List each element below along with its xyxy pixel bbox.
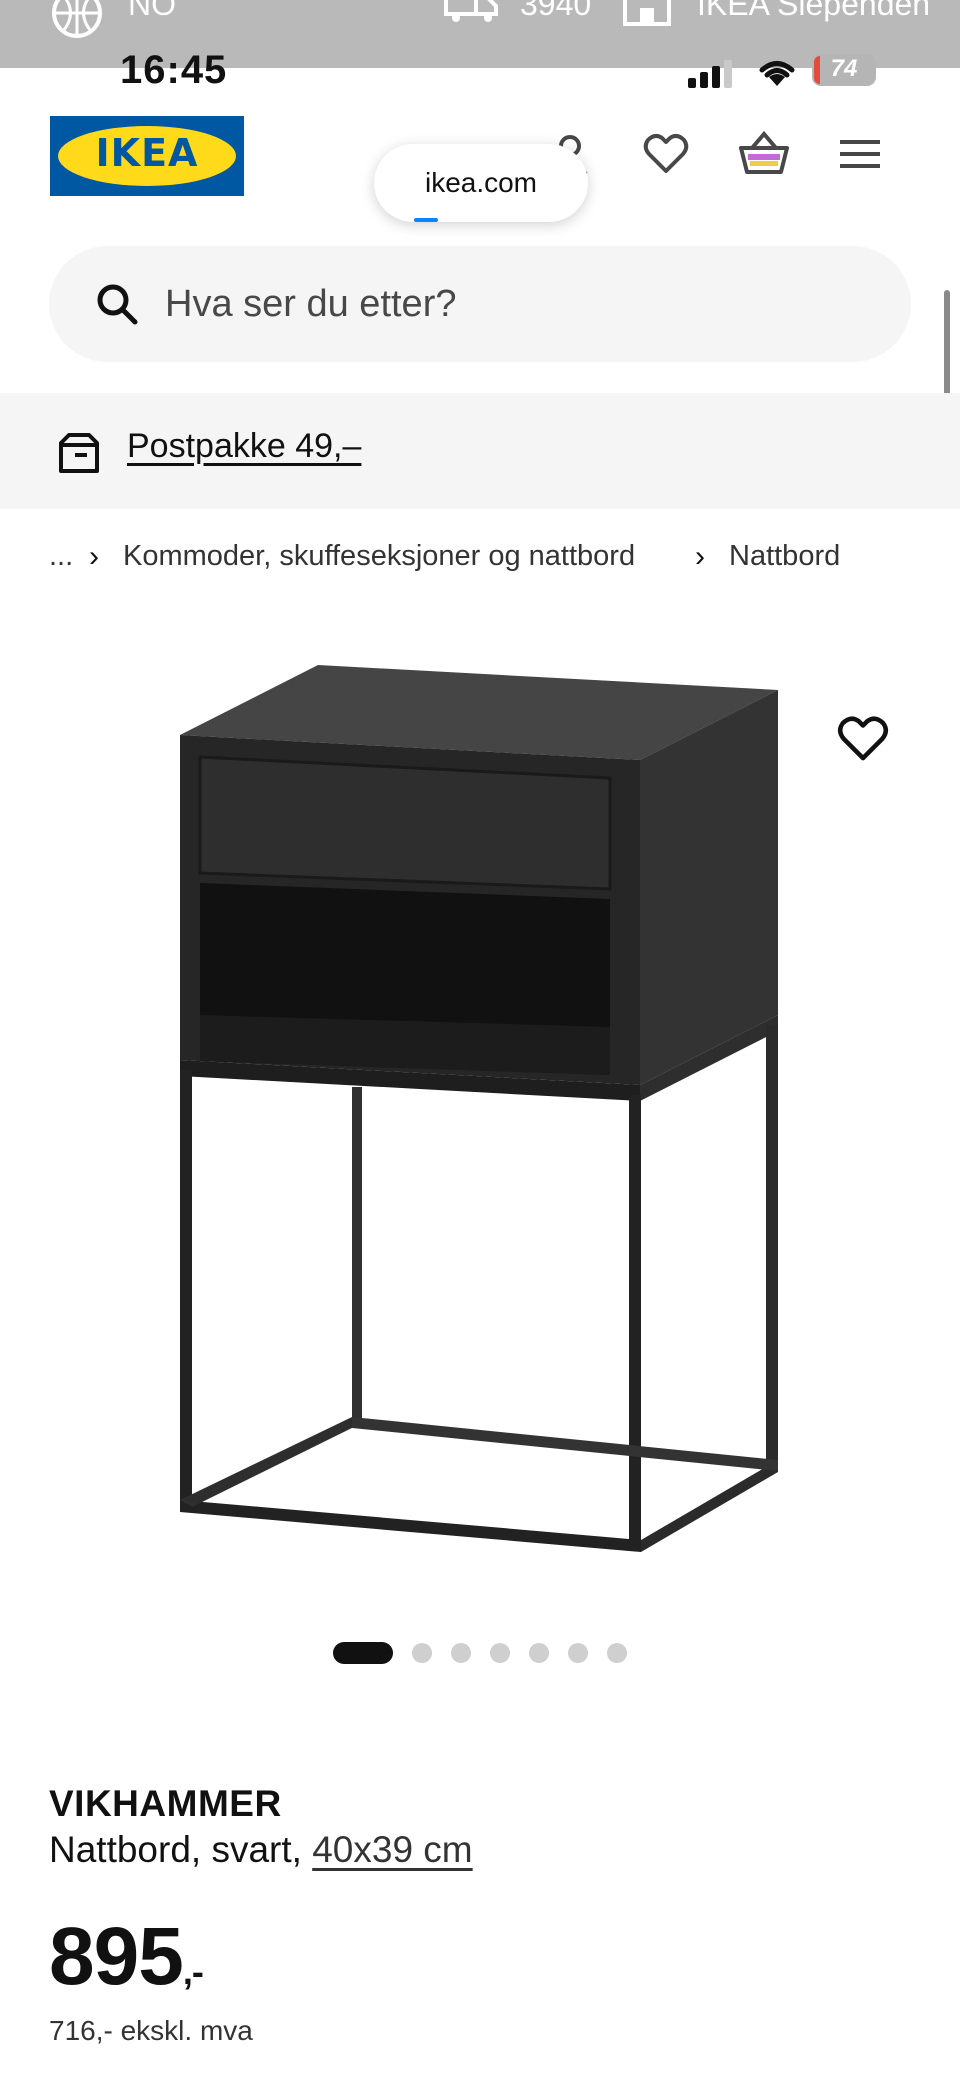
price-suffix: ,- — [182, 1951, 204, 1992]
carousel-dot[interactable] — [451, 1643, 471, 1663]
language-label[interactable]: NO — [128, 0, 176, 23]
carousel-dot[interactable] — [490, 1643, 510, 1663]
site-header: IKEA ikea.com — [0, 100, 960, 230]
carousel-dot[interactable] — [568, 1643, 588, 1663]
status-time: 16:45 — [120, 48, 228, 92]
menu-icon[interactable] — [838, 130, 886, 178]
delivery-banner[interactable]: Postpakke 49,– — [0, 393, 960, 509]
price-ex-vat: 716,- ekskl. mva — [49, 2015, 253, 2046]
carousel-dot-active[interactable] — [333, 1642, 393, 1664]
product-image[interactable] — [170, 655, 790, 1585]
delivery-link[interactable]: Postpakke 49,– — [127, 427, 361, 466]
product-size-link[interactable]: 40x39 cm — [312, 1829, 472, 1870]
breadcrumb-ellipsis[interactable]: ... — [49, 540, 73, 573]
status-bar: 16:45 74 — [0, 44, 960, 100]
search-input[interactable] — [165, 270, 865, 338]
heart-icon[interactable] — [642, 130, 690, 178]
delivery-zip[interactable]: 3940 — [520, 0, 591, 23]
product-description: Nattbord, svart, 40x39 cm — [49, 1829, 473, 1871]
loading-progress — [414, 218, 438, 222]
nightstand-illustration — [180, 665, 778, 1552]
product-name: VIKHAMMER — [49, 1783, 282, 1824]
wifi-icon — [756, 56, 798, 93]
battery-icon: 74 — [812, 54, 876, 86]
carousel-dot[interactable] — [607, 1643, 627, 1663]
carousel-dot[interactable] — [412, 1643, 432, 1663]
store-name[interactable]: IKEA Slependen — [697, 0, 930, 23]
store-icon[interactable] — [622, 0, 672, 34]
search-icon — [95, 282, 139, 331]
chevron-right-icon: › — [695, 540, 705, 573]
search-bar[interactable] — [49, 246, 911, 362]
url-text: ikea.com — [424, 167, 538, 198]
globe-icon[interactable] — [50, 0, 104, 48]
favorite-heart-icon[interactable] — [836, 712, 890, 766]
ikea-logo[interactable]: IKEA — [50, 116, 244, 196]
breadcrumb-item[interactable]: Nattbord — [729, 540, 840, 573]
signal-icon — [688, 60, 736, 93]
truck-icon[interactable] — [444, 0, 500, 32]
url-bar[interactable]: ikea.com — [374, 144, 588, 222]
product-type: Nattbord, svart, — [49, 1829, 302, 1870]
breadcrumb-item[interactable]: Kommoder, skuffeseksjoner og nattbord — [123, 540, 635, 573]
basket-icon[interactable] — [738, 130, 790, 178]
chevron-right-icon: › — [89, 540, 99, 573]
package-icon — [57, 431, 101, 480]
logo-text: IKEA — [95, 131, 199, 175]
product-price: 895,- — [49, 1910, 204, 2004]
battery-level: 74 — [830, 55, 858, 82]
carousel-dot[interactable] — [529, 1643, 549, 1663]
price-main: 895 — [49, 1911, 184, 2002]
